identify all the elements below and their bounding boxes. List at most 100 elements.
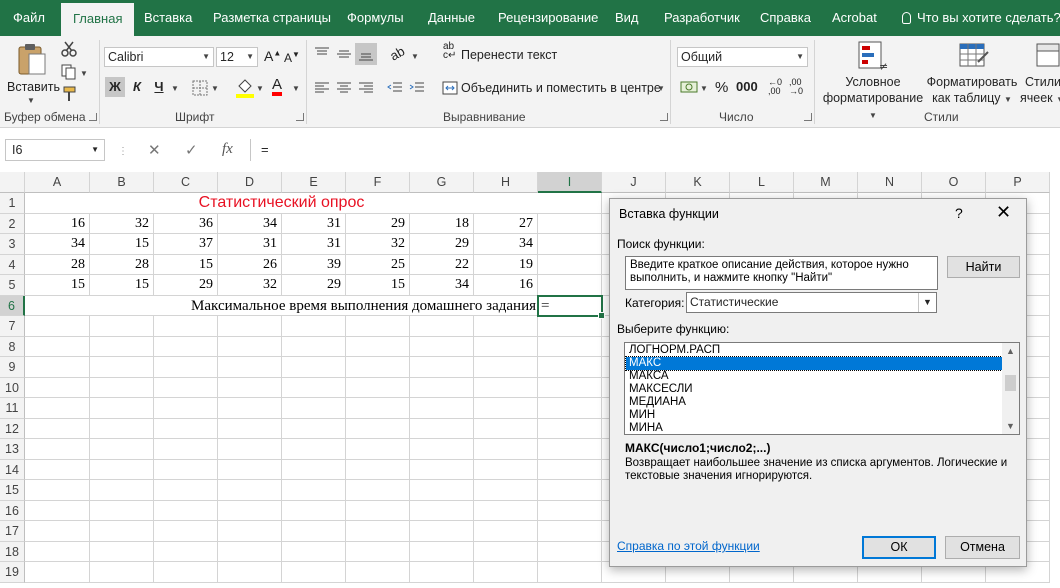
row-header-8[interactable]: 8 (0, 336, 25, 357)
cell[interactable] (25, 377, 90, 398)
data-cell[interactable]: 29 (154, 275, 218, 296)
cell[interactable] (90, 562, 154, 583)
cell[interactable] (410, 336, 474, 357)
align-middle-icon[interactable] (336, 46, 352, 62)
row-header-6[interactable]: 6 (0, 295, 25, 316)
fill-color-icon[interactable] (236, 78, 254, 98)
cell[interactable] (538, 377, 602, 398)
cancel-entry-icon[interactable]: ✕ (148, 141, 161, 159)
dialog-launcher-icon[interactable] (296, 113, 304, 121)
cell[interactable] (154, 316, 218, 337)
cell[interactable] (25, 500, 90, 521)
chevron-down-icon[interactable]: ▼ (700, 84, 708, 93)
cell[interactable] (90, 480, 154, 501)
data-cell[interactable]: 31 (282, 234, 346, 255)
cell[interactable] (282, 521, 346, 542)
cell[interactable] (410, 377, 474, 398)
cell[interactable] (410, 500, 474, 521)
wrap-text-button[interactable]: Перенести текст (461, 48, 557, 62)
column-header-a[interactable]: A (25, 172, 90, 193)
data-cell[interactable]: 34 (218, 213, 282, 234)
cell[interactable] (90, 500, 154, 521)
tab-review[interactable]: Рецензирование (498, 0, 598, 36)
column-header-l[interactable]: L (730, 172, 794, 193)
tell-me-search[interactable]: Что вы хотите сделать? (902, 0, 1060, 36)
data-cell[interactable]: 34 (410, 275, 474, 296)
tab-formulas[interactable]: Формулы (347, 0, 404, 36)
cell[interactable] (218, 398, 282, 419)
cell[interactable] (154, 500, 218, 521)
cell[interactable] (154, 439, 218, 460)
cell[interactable] (25, 562, 90, 583)
column-header-e[interactable]: E (282, 172, 346, 193)
cell[interactable] (25, 398, 90, 419)
column-header-d[interactable]: D (218, 172, 282, 193)
data-cell[interactable]: 15 (154, 254, 218, 275)
cell[interactable] (474, 521, 538, 542)
cell[interactable] (282, 377, 346, 398)
italic-button[interactable]: К (127, 77, 147, 97)
cell[interactable] (346, 562, 410, 583)
cell[interactable] (218, 500, 282, 521)
row-header-3[interactable]: 3 (0, 234, 25, 255)
cell[interactable] (25, 418, 90, 439)
cell[interactable] (346, 398, 410, 419)
column-header-m[interactable]: M (794, 172, 858, 193)
cancel-button[interactable]: Отмена (945, 536, 1020, 559)
column-header-n[interactable]: N (858, 172, 922, 193)
chevron-down-icon[interactable]: ▼ (256, 84, 264, 93)
font-name-select[interactable]: Calibri ▼ (104, 47, 214, 67)
function-list-item[interactable]: ЛОГНОРМ.РАСП (626, 344, 1002, 357)
row-header-16[interactable]: 16 (0, 500, 25, 521)
cell[interactable] (154, 541, 218, 562)
cell[interactable] (90, 418, 154, 439)
cell-styles-button[interactable]: Стили ячеек ▼ (1020, 74, 1060, 108)
increase-font-size-button[interactable]: A▲ (264, 48, 281, 64)
cell[interactable] (218, 562, 282, 583)
cell[interactable] (346, 541, 410, 562)
cell[interactable] (154, 377, 218, 398)
align-bottom-button[interactable] (355, 43, 377, 65)
cell[interactable] (346, 480, 410, 501)
cell[interactable] (474, 500, 538, 521)
function-list-item[interactable]: МАКСА (626, 370, 1002, 383)
cell[interactable] (25, 357, 90, 378)
active-cell[interactable]: = (537, 294, 605, 319)
cell[interactable] (154, 480, 218, 501)
data-cell[interactable]: 34 (474, 234, 538, 255)
cell[interactable] (474, 316, 538, 337)
align-left-icon[interactable] (314, 80, 330, 96)
align-right-icon[interactable] (358, 80, 374, 96)
cell[interactable] (218, 316, 282, 337)
data-cell[interactable]: 32 (218, 275, 282, 296)
conditional-formatting-button[interactable]: Условное форматирование ▼ (818, 74, 928, 120)
cell[interactable] (25, 459, 90, 480)
cell[interactable] (282, 316, 346, 337)
column-header-p[interactable]: P (986, 172, 1050, 193)
cell[interactable] (154, 418, 218, 439)
data-cell[interactable]: 16 (474, 275, 538, 296)
column-header-o[interactable]: O (922, 172, 986, 193)
format-as-table-button[interactable]: Форматировать как таблицу ▼ (926, 74, 1018, 108)
tab-insert[interactable]: Вставка (144, 0, 192, 36)
cell[interactable] (346, 336, 410, 357)
chevron-down-icon[interactable]: ▼ (657, 84, 665, 93)
function-list-item[interactable]: МАКСЕСЛИ (626, 383, 1002, 396)
cell[interactable] (25, 316, 90, 337)
cell[interactable] (410, 357, 474, 378)
cell[interactable] (90, 377, 154, 398)
cell[interactable] (154, 459, 218, 480)
cell[interactable] (346, 459, 410, 480)
chevron-down-icon[interactable]: ▼ (411, 52, 419, 61)
tab-acrobat[interactable]: Acrobat (832, 0, 877, 36)
function-list-item[interactable]: МИН (626, 409, 1002, 422)
cell[interactable] (154, 357, 218, 378)
cell[interactable] (410, 480, 474, 501)
tab-help[interactable]: Справка (760, 0, 811, 36)
data-cell[interactable]: 31 (218, 234, 282, 255)
orientation-icon[interactable]: ab (387, 43, 407, 63)
name-box[interactable]: I6 ▼ (5, 139, 105, 161)
cell[interactable] (218, 541, 282, 562)
cell[interactable] (538, 480, 602, 501)
cell[interactable] (538, 254, 602, 275)
